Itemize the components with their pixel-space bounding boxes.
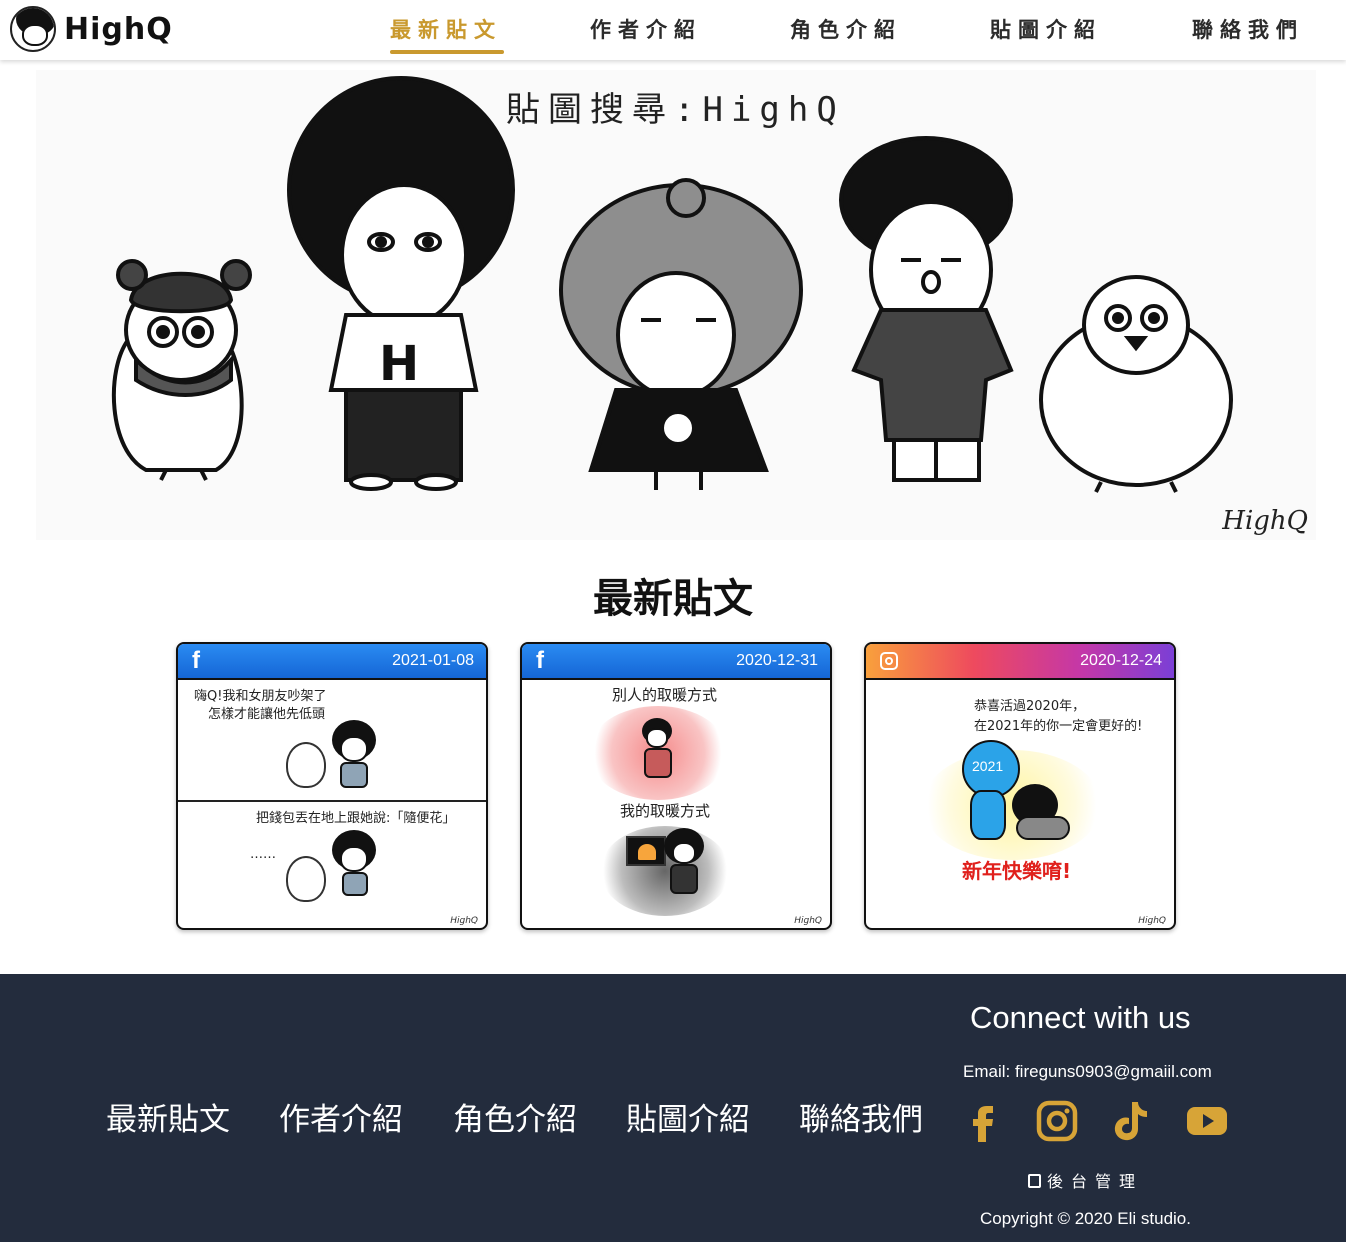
brand-logo[interactable]: HighQ <box>10 6 173 52</box>
character-boy-gray-shirt <box>839 136 1014 482</box>
admin-link[interactable]: 後台管理 <box>1028 1168 1143 1192</box>
comic-text: 我的取暖方式 <box>620 802 711 820</box>
comic-text: 恭喜活過2020年， <box>974 699 1086 714</box>
bird-character <box>286 742 326 788</box>
post-comic: 別人的取暖方式 我的取暖方式 HighQ <box>522 680 830 928</box>
character-bird-scarf <box>111 259 252 481</box>
hero-banner: 貼圖搜尋:HighQ H HighQ <box>36 70 1316 540</box>
post-date: 2020-12-24 <box>1080 652 1162 669</box>
comic-greeting: 新年快樂唷! <box>962 859 1072 883</box>
nav-item-author[interactable]: 作者介紹 <box>590 14 702 44</box>
footer-link-stickers[interactable]: 貼圖介紹 <box>626 1094 750 1139</box>
post-card[interactable]: f 2020-12-31 別人的取暖方式 我的取暖方式 HighQ <box>520 642 832 930</box>
comic-text: 嗨Q!我和女朋友吵架了 <box>194 689 327 704</box>
nav-item-stickers[interactable]: 貼圖介紹 <box>990 14 1102 44</box>
section-title: 最新貼文 <box>593 576 753 622</box>
character-afro-boy: H <box>287 76 515 491</box>
footer-link-characters[interactable]: 角色介紹 <box>453 1094 577 1139</box>
comic-signature: HighQ <box>794 916 822 926</box>
character-chick <box>1039 275 1233 493</box>
post-comic: 恭喜活過2020年， 在2021年的你一定會更好的! 2021 新年快樂唷! H… <box>866 680 1174 928</box>
post-comic: 嗨Q!我和女朋友吵架了 怎樣才能讓他先低頭 把錢包丟在地上跟她說:「隨便花」 …… <box>178 680 486 928</box>
post-date: 2020-12-31 <box>736 652 818 669</box>
post-card[interactable]: 2020-12-24 恭喜活過2020年， 在2021年的你一定會更好的! 20… <box>864 642 1176 930</box>
fireplace-screen <box>626 836 666 866</box>
nav-item-latest-posts[interactable]: 最新貼文 <box>390 14 502 44</box>
contact-email[interactable]: Email: fireguns0903@gmaiil.com <box>963 1062 1212 1082</box>
footer-link-contact[interactable]: 聯絡我們 <box>799 1094 923 1139</box>
hero-characters-illustration: H <box>111 76 1233 493</box>
comic-text: 在2021年的你一定會更好的! <box>974 719 1143 734</box>
footer: 最新貼文 作者介紹 角色介紹 貼圖介紹 聯絡我們 Connect with us… <box>0 974 1346 1242</box>
comic-signature: HighQ <box>1138 916 1166 926</box>
facebook-icon[interactable] <box>960 1098 1006 1144</box>
bird-character <box>286 856 326 902</box>
brand-name: HighQ <box>64 11 173 47</box>
footer-link-author[interactable]: 作者介紹 <box>279 1094 403 1139</box>
comic-text: 別人的取暖方式 <box>612 686 718 704</box>
facebook-icon: f <box>192 647 200 674</box>
post-card[interactable]: f 2021-01-08 嗨Q!我和女朋友吵架了 怎樣才能讓他先低頭 把錢包丟在… <box>176 642 488 930</box>
facebook-icon: f <box>536 647 544 674</box>
nav-item-contact[interactable]: 聯絡我們 <box>1192 14 1304 44</box>
logo-avatar <box>10 6 56 52</box>
top-navbar: HighQ 最新貼文 作者介紹 角色介紹 貼圖介紹 聯絡我們 <box>0 0 1346 60</box>
active-nav-indicator <box>390 50 504 54</box>
youtube-icon[interactable] <box>1184 1098 1230 1144</box>
post-card-header: 2020-12-24 <box>866 644 1174 680</box>
comic-signature: HighQ <box>450 916 478 926</box>
tiktok-icon[interactable] <box>1108 1098 1154 1144</box>
connect-title: Connect with us <box>970 1000 1191 1035</box>
instagram-icon[interactable] <box>1034 1098 1080 1144</box>
nav-item-characters[interactable]: 角色介紹 <box>790 14 902 44</box>
character-curly-girl <box>559 178 803 490</box>
post-card-header: f 2021-01-08 <box>178 644 486 680</box>
hero-signature: HighQ <box>1222 506 1308 536</box>
svg-text:H: H <box>379 336 419 392</box>
comic-text: 怎樣才能讓他先低頭 <box>208 707 326 722</box>
admin-login-icon <box>1028 1174 1041 1188</box>
instagram-icon <box>880 652 898 670</box>
comic-text: 把錢包丟在地上跟她說:「隨便花」 <box>256 811 456 826</box>
copyright: Copyright © 2020 Eli studio. <box>980 1209 1191 1228</box>
comic-divider <box>178 800 486 802</box>
post-card-header: f 2020-12-31 <box>522 644 830 680</box>
comic-text: …… <box>250 847 276 862</box>
post-date: 2021-01-08 <box>392 652 474 669</box>
footer-link-latest-posts[interactable]: 最新貼文 <box>106 1094 230 1139</box>
